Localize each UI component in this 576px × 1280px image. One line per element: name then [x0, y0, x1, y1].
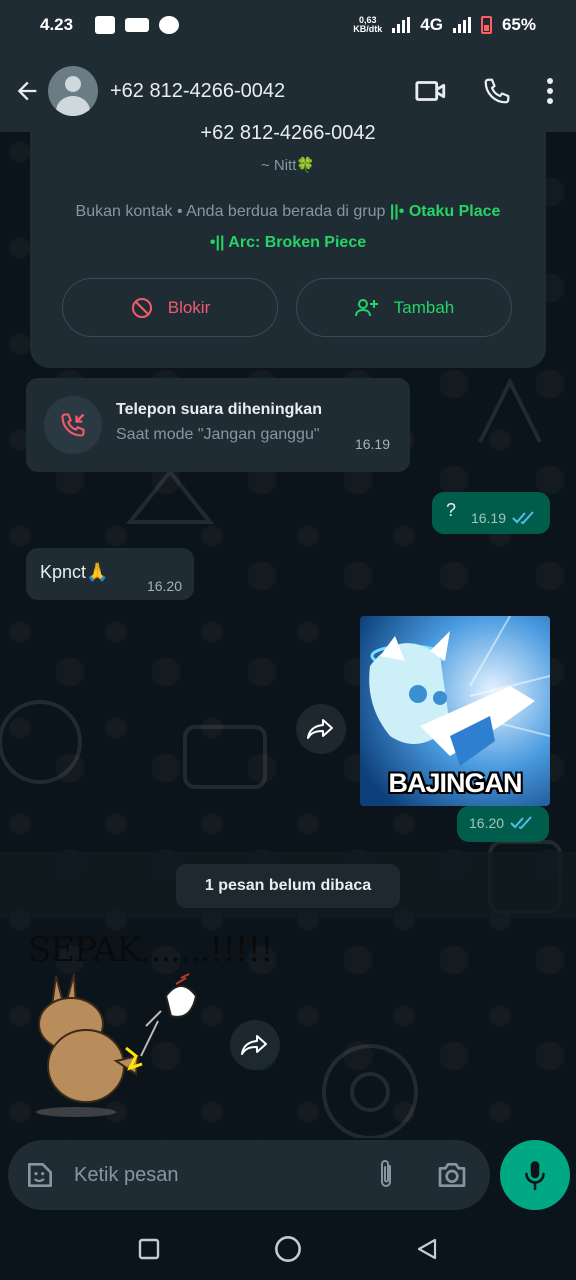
image-message[interactable]: BAJINGAN [360, 616, 550, 806]
forward-icon [307, 719, 333, 739]
signal-icon-2 [452, 17, 471, 33]
status-bar: 4.23 0,63 KB/dtk 4G 65% [0, 0, 576, 50]
doodle-icon [125, 468, 215, 524]
image-time-tag: 16.20 [457, 806, 549, 842]
battery-level: 65% [501, 15, 536, 34]
message-text: Kpnct🙏 [40, 562, 109, 582]
missed-call-icon [44, 396, 102, 454]
sticker-text: SEPAK.......!!!!! [28, 930, 274, 970]
message-meta: 16.20 [469, 815, 536, 831]
info-phone: +62 812-4266-0042 [200, 122, 376, 144]
signal-icon [392, 17, 411, 33]
info-note: Bukan kontak • Anda berdua berada di gru… [75, 203, 501, 251]
speedometer-icon [159, 16, 180, 34]
chat-header: +62 812-4266-0042 [0, 50, 576, 132]
doodle-icon [322, 1044, 418, 1138]
voice-message-button[interactable] [500, 1140, 570, 1210]
forward-button[interactable] [230, 1020, 280, 1070]
sticker-message[interactable]: SEPAK.......!!!!! [26, 930, 274, 1120]
add-contact-button[interactable]: Tambah [296, 278, 512, 337]
add-person-icon [354, 298, 378, 316]
recent-apps-button[interactable] [137, 1237, 161, 1261]
forward-button[interactable] [296, 704, 346, 754]
back-nav-button[interactable] [415, 1237, 439, 1261]
kick-sticker-image [36, 973, 198, 1117]
read-ticks-icon [512, 511, 534, 525]
read-ticks-icon [510, 816, 532, 830]
vivo-icon [125, 18, 150, 32]
outgoing-message[interactable]: ? 16.19 [432, 492, 550, 534]
mic-icon [525, 1161, 545, 1191]
gmail-icon [95, 16, 116, 34]
notification-icons [95, 16, 180, 34]
net-speed: 0,63 KB/dtk [353, 15, 383, 34]
message-composer: Ketik pesan [8, 1140, 490, 1210]
arrow-left-icon [17, 81, 37, 101]
incoming-message[interactable]: Kpnct🙏 16.20 [26, 548, 194, 600]
info-about: ~ Nitt🍀 [260, 157, 316, 174]
attach-icon[interactable] [374, 1158, 398, 1192]
call-subtitle: Saat mode "Jangan ganggu" [116, 426, 320, 443]
message-input[interactable]: Ketik pesan [74, 1164, 179, 1187]
contact-name[interactable]: +62 812-4266-0042 [110, 80, 285, 103]
block-icon [131, 297, 152, 318]
more-options-icon[interactable] [546, 77, 554, 105]
back-button[interactable] [12, 76, 42, 106]
doodle-icon [183, 725, 267, 789]
network-type: 4G [420, 15, 443, 34]
camera-icon[interactable] [436, 1160, 468, 1190]
avatar[interactable] [48, 66, 98, 116]
forward-icon [241, 1035, 267, 1055]
unread-divider: 1 pesan belum dibaca [0, 852, 576, 918]
battery-icon [480, 16, 492, 34]
image-caption: BAJINGAN [388, 768, 522, 798]
unread-count: 1 pesan belum dibaca [176, 864, 400, 908]
message-text: ? [446, 500, 457, 520]
message-meta: 16.20 [146, 578, 182, 594]
message-time: 16.19 [354, 436, 390, 452]
status-time: 4.23 [40, 15, 74, 34]
home-button[interactable] [274, 1235, 302, 1263]
phone-call-icon[interactable] [482, 76, 512, 106]
message-meta: 16.19 [471, 510, 538, 526]
contact-info-card: +62 812-4266-0042 ~ Nitt🍀 Bukan kontak •… [30, 122, 546, 368]
doodle-icon [0, 700, 82, 784]
block-button[interactable]: Blokir [62, 278, 278, 337]
video-call-icon[interactable] [414, 74, 448, 108]
missed-call-message[interactable]: Telepon suara diheningkan Saat mode "Jan… [26, 378, 410, 472]
doodle-icon [478, 377, 542, 443]
system-nav-bar [0, 1218, 576, 1280]
call-title: Telepon suara diheningkan [116, 401, 322, 418]
sticker-icon[interactable] [24, 1159, 56, 1191]
